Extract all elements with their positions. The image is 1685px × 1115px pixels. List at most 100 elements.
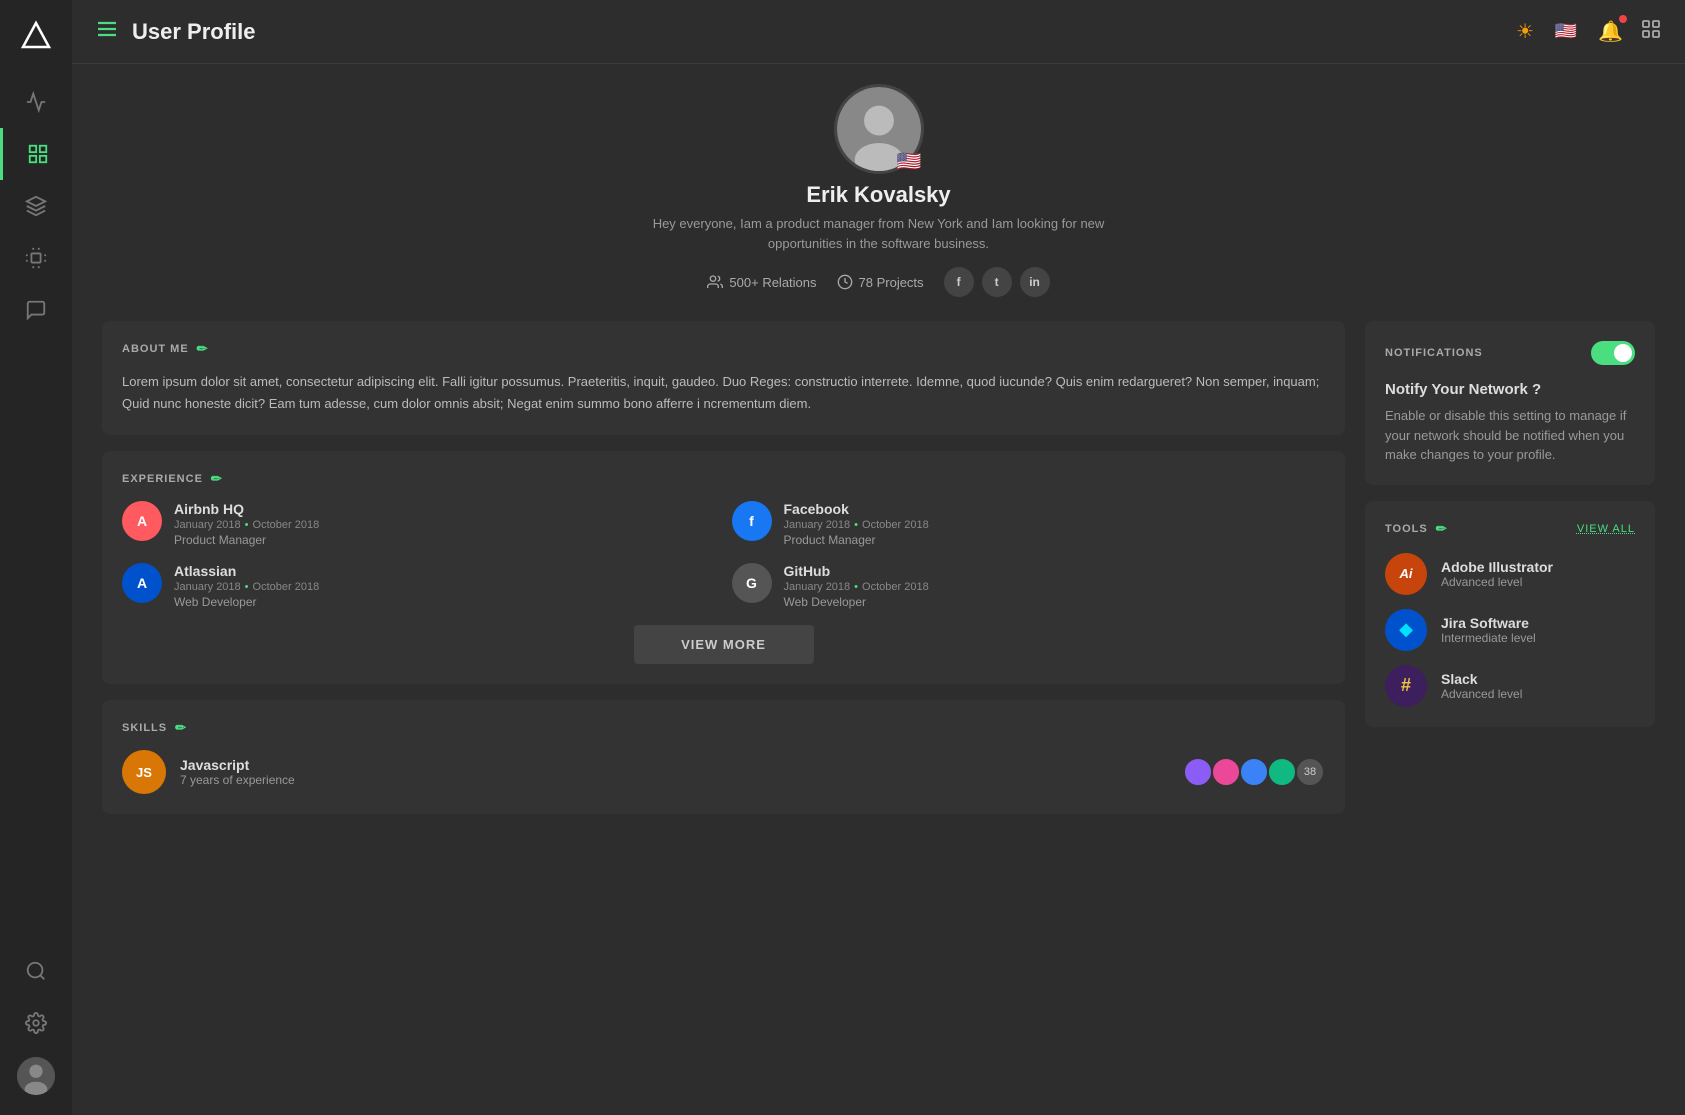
main-area: User Profile ☀ 🇺🇸 🔔 (72, 0, 1685, 1115)
skill-item: JS Javascript 7 years of experience 38 (122, 750, 1325, 794)
notify-question: Notify Your Network ? (1385, 381, 1635, 398)
tool-icon: Ai (1385, 553, 1427, 595)
exp-role: Web Developer (784, 595, 1326, 609)
view-more-button[interactable]: VIEW MORE (634, 625, 814, 664)
apps-icon[interactable] (1641, 19, 1661, 45)
header: User Profile ☀ 🇺🇸 🔔 (72, 0, 1685, 64)
sidebar-item-settings[interactable] (17, 997, 55, 1049)
tool-icon: # (1385, 665, 1427, 707)
notifications-header: NOTIFICATIONS (1385, 341, 1635, 365)
exp-company: Atlassian (174, 563, 716, 579)
sidebar-item-activity[interactable] (0, 76, 72, 128)
tool-name: Adobe Illustrator (1441, 559, 1635, 575)
tool-name: Jira Software (1441, 615, 1635, 631)
about-card: ABOUT ME ✏ Lorem ipsum dolor sit amet, c… (102, 321, 1345, 435)
sidebar-bottom (17, 945, 55, 1103)
experience-grid: A Airbnb HQ January 2018•October 2018 Pr… (122, 501, 1325, 609)
tool-info: Jira Software Intermediate level (1441, 615, 1635, 645)
skills-list: JS Javascript 7 years of experience 38 (122, 750, 1325, 794)
cards-right: NOTIFICATIONS Notify Your Network ? Enab… (1365, 321, 1655, 727)
exp-dates: January 2018•October 2018 (174, 581, 716, 593)
tool-item: ◆ Jira Software Intermediate level (1385, 609, 1635, 651)
exp-logo: f (732, 501, 772, 541)
tools-edit-icon[interactable]: ✏ (1436, 521, 1448, 537)
exp-company: Facebook (784, 501, 1326, 517)
sidebar-user-avatar[interactable] (17, 1057, 55, 1095)
notifications-title: NOTIFICATIONS (1385, 347, 1483, 359)
twitter-link[interactable]: t (982, 267, 1012, 297)
language-flag[interactable]: 🇺🇸 (1552, 18, 1580, 46)
exp-company: Airbnb HQ (174, 501, 716, 517)
about-text: Lorem ipsum dolor sit amet, consectetur … (122, 371, 1325, 415)
experience-section-title: EXPERIENCE ✏ (122, 471, 1325, 487)
tool-icon: ◆ (1385, 609, 1427, 651)
experience-edit-icon[interactable]: ✏ (211, 471, 223, 487)
exp-dates: January 2018•October 2018 (174, 519, 716, 531)
skill-experience: 7 years of experience (180, 773, 1169, 787)
projects-stat: 78 Projects (837, 274, 924, 290)
profile-flag: 🇺🇸 (897, 152, 922, 172)
sidebar-item-cube[interactable] (0, 180, 72, 232)
skills-section-title: SKILLS ✏ (122, 720, 1325, 736)
tool-level: Advanced level (1441, 687, 1635, 701)
about-edit-icon[interactable]: ✏ (197, 341, 209, 357)
exp-info: Facebook January 2018•October 2018 Produ… (784, 501, 1326, 547)
exp-info: Airbnb HQ January 2018•October 2018 Prod… (174, 501, 716, 547)
tool-info: Slack Advanced level (1441, 671, 1635, 701)
exp-info: GitHub January 2018•October 2018 Web Dev… (784, 563, 1326, 609)
endorser-avatar (1239, 757, 1269, 787)
linkedin-link[interactable]: in (1020, 267, 1050, 297)
endorser-avatar (1183, 757, 1213, 787)
tool-level: Advanced level (1441, 575, 1635, 589)
sidebar-item-chip[interactable] (0, 232, 72, 284)
tool-name: Slack (1441, 671, 1635, 687)
header-actions: ☀ 🇺🇸 🔔 (1516, 18, 1661, 46)
relations-count: 500+ Relations (729, 275, 816, 290)
content-area: 🇺🇸 Erik Kovalsky Hey everyone, Iam a pro… (72, 64, 1685, 1115)
sidebar-item-chat[interactable] (0, 284, 72, 336)
notifications-icon[interactable]: 🔔 (1598, 19, 1623, 44)
about-section-title: ABOUT ME ✏ (122, 341, 1325, 357)
endorser-avatar (1211, 757, 1241, 787)
tool-item: Ai Adobe Illustrator Advanced level (1385, 553, 1635, 595)
exp-logo: G (732, 563, 772, 603)
notify-description: Enable or disable this setting to manage… (1385, 406, 1635, 465)
tool-item: # Slack Advanced level (1385, 665, 1635, 707)
profile-name: Erik Kovalsky (102, 182, 1655, 208)
exp-role: Product Manager (174, 533, 716, 547)
endorser-avatar (1267, 757, 1297, 787)
menu-icon[interactable] (96, 18, 118, 46)
app-logo[interactable] (12, 12, 60, 60)
experience-item: f Facebook January 2018•October 2018 Pro… (732, 501, 1326, 547)
sidebar-item-search[interactable] (17, 945, 55, 997)
sidebar (0, 0, 72, 1115)
experience-item: A Atlassian January 2018•October 2018 We… (122, 563, 716, 609)
skills-edit-icon[interactable]: ✏ (175, 720, 187, 736)
tool-info: Adobe Illustrator Advanced level (1441, 559, 1635, 589)
endorser-count: 38 (1295, 757, 1325, 787)
profile-header: 🇺🇸 Erik Kovalsky Hey everyone, Iam a pro… (102, 84, 1655, 297)
view-all-link[interactable]: VIEW ALL (1577, 523, 1635, 535)
skill-endorsers: 38 (1183, 757, 1325, 787)
profile-bio: Hey everyone, Iam a product manager from… (629, 214, 1129, 253)
exp-role: Web Developer (174, 595, 716, 609)
exp-dates: January 2018•October 2018 (784, 581, 1326, 593)
experience-item: A Airbnb HQ January 2018•October 2018 Pr… (122, 501, 716, 547)
exp-logo: A (122, 563, 162, 603)
skill-badge: JS (122, 750, 166, 794)
theme-icon[interactable]: ☀ (1516, 19, 1534, 44)
profile-avatar-wrap: 🇺🇸 (834, 84, 924, 174)
social-links: f t in (944, 267, 1050, 297)
exp-info: Atlassian January 2018•October 2018 Web … (174, 563, 716, 609)
skills-card: SKILLS ✏ JS Javascript 7 years of experi… (102, 700, 1345, 814)
tools-card: TOOLS ✏ VIEW ALL Ai Adobe Illustrator Ad… (1365, 501, 1655, 727)
tools-header: TOOLS ✏ VIEW ALL (1385, 521, 1635, 537)
facebook-link[interactable]: f (944, 267, 974, 297)
tools-list: Ai Adobe Illustrator Advanced level ◆ Ji… (1385, 553, 1635, 707)
notifications-toggle[interactable] (1591, 341, 1635, 365)
tools-title: TOOLS ✏ (1385, 521, 1448, 537)
cards-left: ABOUT ME ✏ Lorem ipsum dolor sit amet, c… (102, 321, 1345, 814)
page-title: User Profile (132, 19, 1516, 45)
skill-name: Javascript (180, 757, 1169, 773)
sidebar-item-grid[interactable] (0, 128, 72, 180)
